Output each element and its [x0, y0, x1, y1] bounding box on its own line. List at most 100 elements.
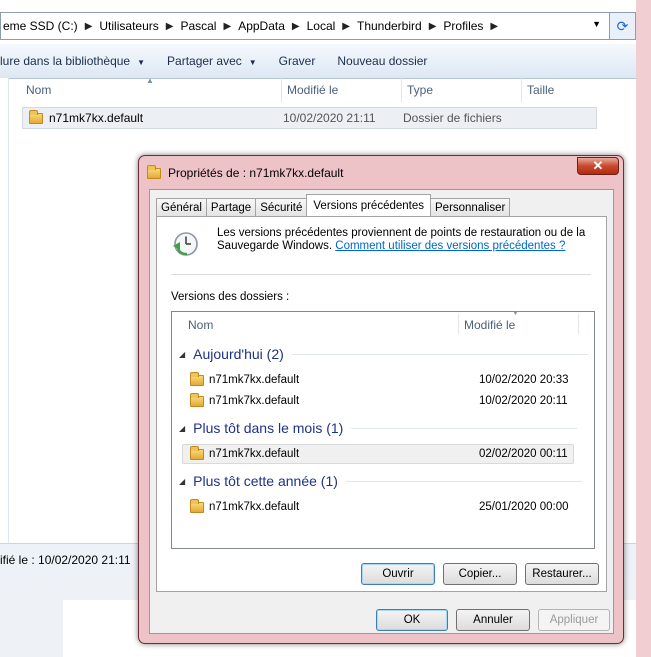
apply-button[interactable]: Appliquer — [538, 609, 610, 631]
breadcrumb-label: Utilisateurs — [99, 19, 159, 33]
file-name: n71mk7kx.default — [49, 111, 144, 125]
column-header-type[interactable]: Type — [407, 78, 433, 102]
breadcrumb-item[interactable]: Pascal ▶ — [180, 19, 238, 33]
sort-arrow-icon: ▲ — [146, 76, 154, 85]
group-label: Plus tôt dans le mois (1) — [193, 420, 344, 436]
group-label: Plus tôt cette année (1) — [193, 473, 338, 489]
group-line — [345, 480, 582, 482]
include-in-library-button[interactable]: lure dans la bibliothèque ▼ — [0, 54, 156, 68]
list-header-name[interactable]: Nom — [188, 314, 213, 336]
folder-icon — [190, 392, 204, 407]
properties-dialog: Propriétés de : n71mk7kx.default ✕ Génér… — [138, 155, 624, 644]
column-divider[interactable] — [578, 314, 579, 334]
cancel-button[interactable]: Annuler — [456, 609, 530, 631]
breadcrumb-separator-icon[interactable]: ▶ — [292, 21, 300, 32]
version-date: 10/02/2020 20:11 — [479, 395, 568, 407]
dropdown-arrow-icon: ▼ — [248, 58, 257, 67]
dialog-title-bar[interactable]: Propriétés de : n71mk7kx.default — [145, 160, 617, 186]
breadcrumb-label: AppData — [238, 19, 285, 33]
tab-sharing[interactable]: Partage — [205, 198, 257, 216]
command-bar: lure dans la bibliothèque ▼ Partager avec… — [0, 44, 636, 79]
file-list-row[interactable]: n71mk7kx.default 10/02/2020 21:11 Dossie… — [22, 107, 597, 129]
file-type: Dossier de fichiers — [403, 111, 502, 125]
folder-icon — [190, 371, 204, 386]
collapse-triangle-icon[interactable]: ◢ — [179, 424, 185, 433]
status-modified-text: ifié le : 10/02/2020 21:11 — [0, 553, 131, 567]
breadcrumb-label: Local — [306, 19, 336, 33]
window-frame-right — [636, 0, 651, 657]
include-in-library-label: lure dans la bibliothèque — [0, 54, 131, 68]
group-label: Aujourd'hui (2) — [193, 346, 284, 362]
restore-button[interactable]: Restaurer... — [525, 563, 599, 585]
info-text: Les versions précédentes proviennent de … — [217, 227, 592, 253]
column-header-name[interactable]: Nom — [26, 78, 51, 102]
group-line — [351, 427, 578, 429]
version-name: n71mk7kx.default — [209, 395, 300, 407]
burn-button[interactable]: Graver — [268, 54, 327, 68]
column-divider[interactable] — [281, 78, 282, 102]
copy-button[interactable]: Copier... — [443, 563, 517, 585]
collapse-triangle-icon[interactable]: ◢ — [179, 477, 185, 486]
breadcrumb-separator-icon[interactable]: ▶ — [429, 21, 437, 32]
breadcrumb-item[interactable]: eme SSD (C:) ▶ — [3, 19, 99, 33]
folder-icon — [190, 445, 204, 460]
close-icon: ✕ — [592, 158, 604, 173]
version-name: n71mk7kx.default — [209, 374, 300, 386]
folder-versions-label: Versions des dossiers : — [171, 291, 290, 303]
folder-icon — [147, 164, 161, 179]
breadcrumb-separator-icon[interactable]: ▶ — [166, 21, 174, 32]
group-header-earlier-this-year[interactable]: ◢ Plus tôt cette année (1) — [179, 473, 582, 489]
breadcrumb-item[interactable]: Utilisateurs ▶ — [99, 19, 180, 33]
column-header-size[interactable]: Taille — [527, 78, 554, 102]
share-with-button[interactable]: Partager avec ▼ — [156, 54, 268, 68]
help-link[interactable]: Comment utiliser des versions précédente… — [335, 240, 565, 252]
new-folder-button[interactable]: Nouveau dossier — [326, 54, 438, 68]
navigation-pane[interactable] — [0, 78, 9, 608]
version-date: 25/01/2020 00:00 — [479, 501, 569, 513]
file-modified: 10/02/2020 21:11 — [283, 111, 376, 125]
breadcrumb-item[interactable]: Local ▶ — [307, 19, 357, 33]
separator — [171, 274, 591, 275]
folder-icon — [29, 109, 43, 124]
address-bar[interactable]: eme SSD (C:) ▶ Utilisateurs ▶ Pascal ▶ AppD… — [0, 12, 610, 40]
group-line — [291, 353, 588, 355]
column-divider[interactable] — [521, 78, 522, 102]
group-header-earlier-this-month[interactable]: ◢ Plus tôt dans le mois (1) — [179, 420, 578, 436]
refresh-icon[interactable]: ⟳ — [610, 12, 636, 40]
version-row-selected[interactable]: n71mk7kx.default 02/02/2020 00:11 — [182, 444, 574, 464]
breadcrumb-item[interactable]: Profiles ▶ — [443, 19, 505, 33]
share-with-label: Partager avec — [167, 54, 242, 68]
version-name: n71mk7kx.default — [209, 501, 300, 513]
close-button[interactable]: ✕ — [577, 157, 619, 175]
version-date: 02/02/2020 00:11 — [479, 448, 568, 460]
breadcrumb-separator-icon[interactable]: ▶ — [85, 21, 93, 32]
version-row[interactable]: n71mk7kx.default 10/02/2020 20:11 — [182, 391, 574, 411]
sort-arrow-icon: ▼ — [512, 310, 519, 317]
tab-customize[interactable]: Personnaliser — [430, 198, 511, 216]
version-name: n71mk7kx.default — [209, 448, 300, 460]
column-divider[interactable] — [401, 78, 402, 102]
breadcrumb-separator-icon[interactable]: ▶ — [223, 21, 231, 32]
column-header-modified[interactable]: Modifié le — [287, 78, 338, 102]
breadcrumb-separator-icon[interactable]: ▶ — [490, 21, 498, 32]
address-dropdown-icon[interactable]: ▼ — [592, 19, 601, 29]
tab-general[interactable]: Général — [156, 198, 207, 216]
column-divider[interactable] — [458, 314, 459, 334]
open-button[interactable]: Ouvrir — [361, 563, 435, 585]
collapse-triangle-icon[interactable]: ◢ — [179, 350, 185, 359]
tab-previous-versions[interactable]: Versions précédentes — [306, 194, 431, 216]
tab-security[interactable]: Sécurité — [255, 198, 308, 216]
breadcrumb-item[interactable]: AppData ▶ — [238, 19, 306, 33]
group-header-today[interactable]: ◢ Aujourd'hui (2) — [179, 346, 588, 362]
ok-button[interactable]: OK — [376, 609, 448, 631]
breadcrumb-separator-icon[interactable]: ▶ — [342, 21, 350, 32]
version-row[interactable]: n71mk7kx.default 25/01/2020 00:00 — [182, 497, 574, 517]
dropdown-arrow-icon: ▼ — [137, 58, 146, 67]
breadcrumb-item[interactable]: Thunderbird ▶ — [357, 19, 443, 33]
versions-list[interactable]: Nom Modifié le ▼ ◢ Aujourd'hui (2) n71mk… — [171, 310, 595, 549]
breadcrumb-label: Pascal — [180, 19, 217, 33]
version-row[interactable]: n71mk7kx.default 10/02/2020 20:33 — [182, 370, 574, 390]
list-header-modified[interactable]: Modifié le — [464, 314, 515, 336]
breadcrumb-label: Thunderbird — [356, 19, 422, 33]
breadcrumb-label: Profiles — [443, 19, 484, 33]
